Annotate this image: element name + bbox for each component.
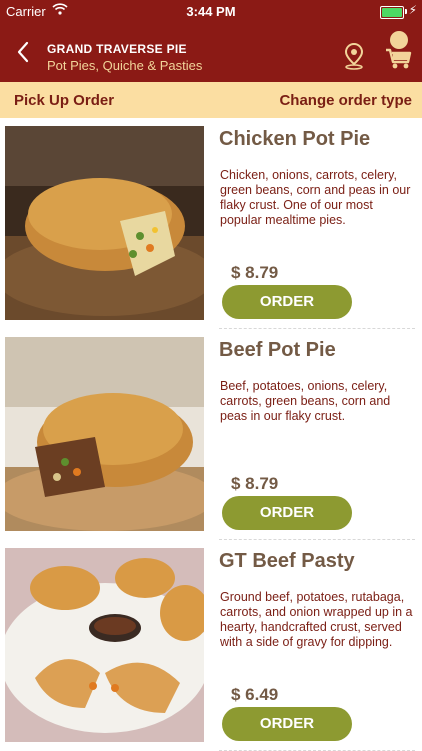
item-name: GT Beef Pasty: [219, 550, 355, 572]
beef-pot-pie-photo: [5, 337, 204, 531]
status-time: 3:44 PM: [186, 4, 236, 19]
order-button[interactable]: ORDER: [222, 285, 352, 319]
item-description: Ground beef, potatoes, rutabaga, carrots…: [220, 590, 413, 649]
store-title: GRAND TRAVERSE PIE: [47, 42, 187, 56]
charging-bolt-icon: ⚡: [408, 3, 417, 17]
item-name: Chicken Pot Pie: [219, 128, 371, 150]
item-description: Chicken, onions, carrots, celery, green …: [220, 168, 411, 227]
status-bar: Carrier 3:44 PM ⚡: [0, 0, 422, 22]
order-button[interactable]: ORDER: [222, 707, 352, 741]
cart-icon[interactable]: [384, 30, 412, 70]
menu-item: Beef Pot Pie Beef, potatoes, onions, cel…: [0, 329, 422, 540]
item-name: Beef Pot Pie: [219, 339, 336, 361]
item-price: $ 6.49: [231, 685, 279, 704]
item-description: Beef, potatoes, onions, celery, carrots,…: [220, 379, 391, 423]
chicken-pot-pie-photo: [5, 126, 204, 320]
nav-bar: GRAND TRAVERSE PIE Pot Pies, Quiche & Pa…: [0, 22, 422, 82]
gt-beef-pasty-photo: [5, 548, 204, 742]
order-button[interactable]: ORDER: [222, 496, 352, 530]
battery-tip: [405, 9, 407, 14]
order-type-bar: Pick Up Order Change order type: [0, 82, 422, 118]
order-type-label: Pick Up Order: [14, 92, 115, 109]
menu-item: Chicken Pot Pie Chicken, onions, carrots…: [0, 118, 422, 329]
location-pin-icon[interactable]: [343, 42, 365, 70]
back-chevron-icon[interactable]: [14, 39, 32, 65]
nav-titles: GRAND TRAVERSE PIE Pot Pies, Quiche & Pa…: [47, 42, 202, 73]
item-price: $ 8.79: [231, 474, 279, 493]
change-order-type-link[interactable]: Change order type: [279, 92, 412, 109]
menu-item: GT Beef Pasty Ground beef, potatoes, rut…: [0, 540, 422, 751]
item-price: $ 8.79: [231, 263, 279, 282]
store-subtitle: Pot Pies, Quiche & Pasties: [47, 58, 203, 73]
battery-icon: [380, 6, 404, 19]
